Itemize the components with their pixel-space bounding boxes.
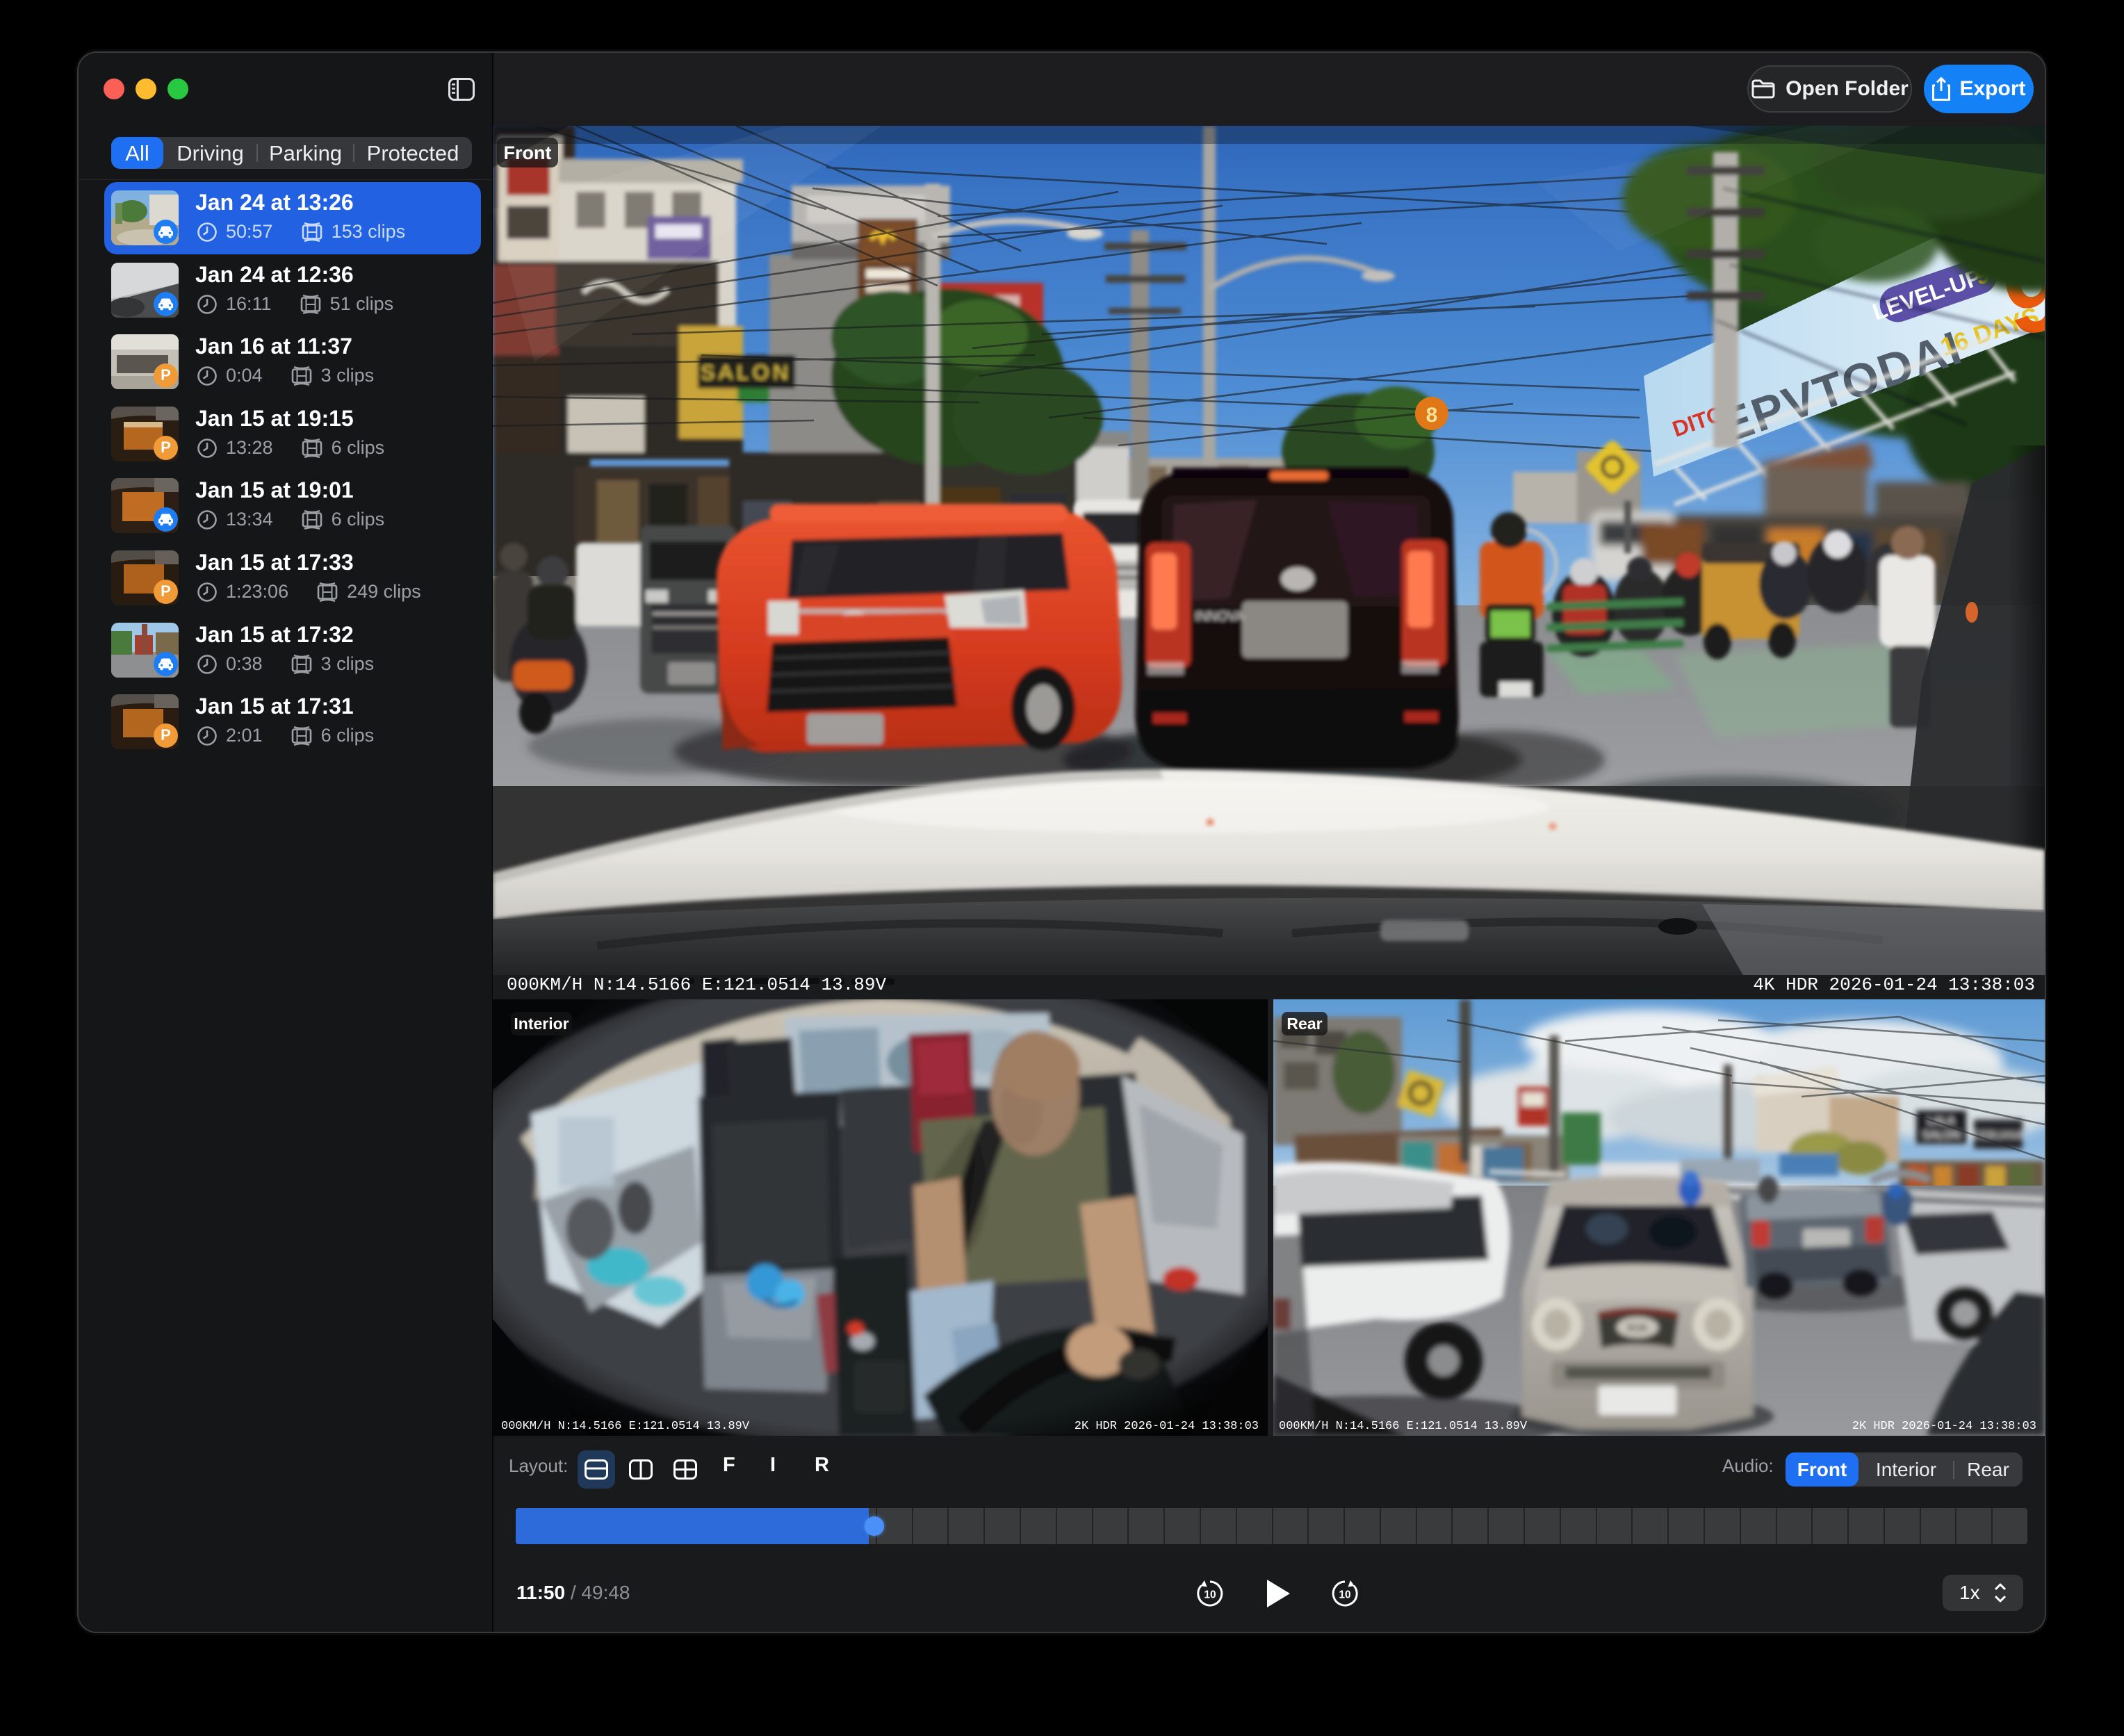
svg-text:Rear: Rear bbox=[1286, 1015, 1322, 1033]
svg-text:10: 10 bbox=[1204, 1589, 1216, 1601]
svg-text:KIA: KIA bbox=[1627, 1321, 1647, 1334]
svg-text:000KM/H N:14.5166 E:121.0514: 000KM/H N:14.5166 E:121.0514 13.89V bbox=[1279, 1420, 1528, 1433]
svg-text:2K HDR 2026-01-24 13:38:03: 2K HDR 2026-01-24 13:38:03 bbox=[1852, 1420, 2036, 1433]
svg-text:Front: Front bbox=[504, 142, 552, 163]
svg-text:INNOVA: INNOVA bbox=[1195, 609, 1245, 624]
svg-text:10: 10 bbox=[1339, 1589, 1350, 1601]
svg-text:CEBUANA: CEBUANA bbox=[1973, 1129, 2024, 1141]
svg-text:4K HDR 2026-01-24 13:38:03: 4K HDR 2026-01-24 13:38:03 bbox=[1753, 974, 2035, 995]
svg-text:000KM/H N:14.5166 E:121.0514: 000KM/H N:14.5166 E:121.0514 13.89V bbox=[507, 974, 886, 995]
svg-text:2K HDR 2026-01-24 13:38:03: 2K HDR 2026-01-24 13:38:03 bbox=[1075, 1420, 1259, 1433]
svg-text:SALON: SALON bbox=[701, 361, 792, 384]
svg-text:Interior: Interior bbox=[514, 1015, 569, 1033]
svg-text:8: 8 bbox=[1426, 404, 1438, 427]
svg-text:SALON: SALON bbox=[1922, 1129, 1960, 1141]
svg-text:000KM/H N:14.5166 E:121.0514: 000KM/H N:14.5166 E:121.0514 13.89V bbox=[501, 1420, 750, 1433]
